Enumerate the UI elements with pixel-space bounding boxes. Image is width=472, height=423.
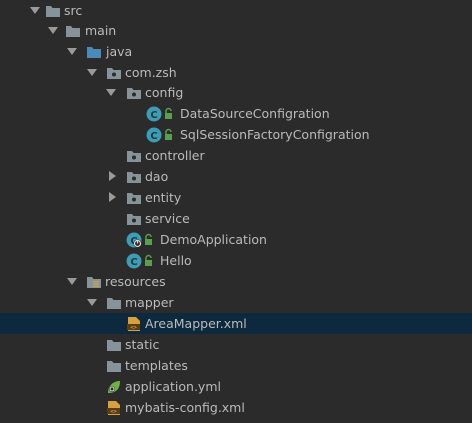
tree-item-label: dao — [145, 169, 169, 184]
package-icon — [127, 214, 141, 225]
folder-icon — [107, 340, 121, 351]
tree-item-config[interactable]: config — [0, 82, 472, 103]
class-icon: C — [146, 127, 162, 143]
tree-item-service[interactable]: service — [0, 208, 472, 229]
lock-icon — [165, 128, 172, 140]
tree-item-label: controller — [145, 148, 205, 163]
tree-item-entity[interactable]: entity — [0, 187, 472, 208]
chevron-down-icon[interactable] — [30, 7, 40, 14]
tree-item-mybatis-config-xml[interactable]: <> mybatis-config.xml — [0, 397, 472, 418]
tree-item-label: config — [145, 85, 184, 100]
package-icon — [127, 151, 141, 162]
tree-item-label: entity — [145, 190, 182, 205]
tree-item-label: static — [125, 337, 160, 352]
tree-item-label: mapper — [125, 295, 174, 310]
tree-item-main[interactable]: main — [0, 20, 472, 41]
chevron-down-icon[interactable] — [87, 299, 97, 306]
chevron-down-icon[interactable] — [67, 48, 77, 55]
folder-icon — [107, 361, 121, 372]
chevron-down-icon[interactable] — [67, 278, 77, 285]
chevron-right-icon[interactable] — [109, 192, 116, 202]
tree-item-areamapper-xml[interactable]: <> AreaMapper.xml — [0, 313, 472, 334]
tree-item-label: DataSourceConfigration — [180, 106, 330, 121]
xml-file-icon: <> — [127, 317, 140, 331]
svg-text:C: C — [150, 131, 157, 142]
class-icon: C — [126, 253, 142, 269]
tree-item-label: application.yml — [125, 379, 221, 394]
tree-item-label: main — [85, 23, 117, 38]
tree-item-static[interactable]: static — [0, 334, 472, 355]
svg-text:C: C — [150, 110, 157, 121]
source-folder-icon — [87, 47, 101, 58]
tree-item-java[interactable]: java — [0, 41, 472, 62]
svg-text:C: C — [130, 257, 137, 268]
svg-text:<>: <> — [110, 409, 117, 415]
resources-folder-icon — [87, 277, 101, 288]
svg-text:<>: <> — [130, 325, 137, 331]
tree-item-resources[interactable]: resources — [0, 271, 472, 292]
tree-item-dao[interactable]: dao — [0, 166, 472, 187]
xml-file-icon: <> — [107, 401, 120, 415]
tree-item-templates[interactable]: templates — [0, 355, 472, 376]
tree-item-src[interactable]: src — [0, 0, 472, 21]
tree-item-sqlsessionfactoryconfigration[interactable]: C SqlSessionFactoryConfigration — [0, 124, 472, 145]
package-icon — [127, 88, 141, 99]
package-icon — [127, 193, 141, 204]
tree-item-label: DemoApplication — [160, 232, 267, 247]
tree-item-label: java — [106, 44, 133, 59]
tree-item-controller[interactable]: controller — [0, 145, 472, 166]
tree-item-demoapplication[interactable]: C DemoApplication — [0, 229, 472, 250]
tree-item-label: templates — [125, 358, 188, 373]
tree-item-label: service — [145, 211, 190, 226]
chevron-down-icon[interactable] — [106, 89, 116, 96]
tree-item-mapper[interactable]: mapper — [0, 292, 472, 313]
tree-item-label: com.zsh — [125, 65, 177, 80]
package-icon — [127, 172, 141, 183]
spring-yml-icon — [108, 381, 120, 393]
project-tree: src main java com.zsh config C DataSourc… — [0, 0, 472, 423]
tree-item-datasourceconfigration[interactable]: C DataSourceConfigration — [0, 103, 472, 124]
lock-icon — [165, 107, 172, 119]
folder-icon — [66, 26, 80, 37]
tree-item-hello[interactable]: C Hello — [0, 250, 472, 271]
package-icon — [107, 68, 121, 79]
class-icon: C — [146, 106, 162, 122]
tree-item-label: Hello — [160, 253, 192, 268]
lock-icon — [145, 233, 152, 245]
tree-item-label: resources — [105, 274, 166, 289]
tree-item-label: AreaMapper.xml — [145, 316, 247, 331]
spring-boot-class-icon: C — [126, 232, 142, 248]
folder-icon — [107, 298, 121, 309]
lock-icon — [145, 254, 152, 266]
tree-item-application-yml[interactable]: application.yml — [0, 376, 472, 397]
tree-item-label: mybatis-config.xml — [125, 400, 245, 415]
tree-item-com-zsh[interactable]: com.zsh — [0, 62, 472, 83]
tree-item-label: SqlSessionFactoryConfigration — [180, 127, 370, 142]
chevron-down-icon[interactable] — [87, 69, 97, 76]
tree-item-label: src — [64, 3, 83, 18]
chevron-down-icon[interactable] — [48, 27, 58, 34]
chevron-right-icon[interactable] — [109, 171, 116, 181]
folder-icon — [46, 6, 60, 17]
